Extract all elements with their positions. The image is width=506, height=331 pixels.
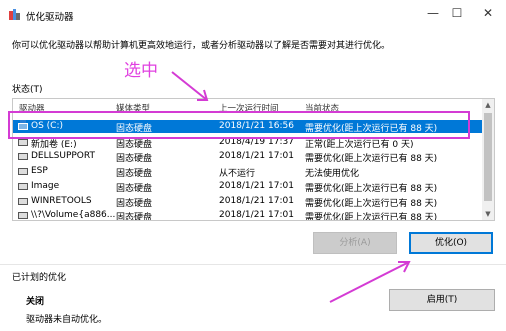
current-status: 无法使用优化 — [305, 169, 360, 179]
scheduled-description: 驱动器未自动优化。 — [26, 315, 108, 325]
drive-table[interactable]: 驱动器 媒体类型 上一次运行时间 当前状态 OS (C:) 固态硬盘 2018/… — [12, 98, 495, 221]
current-status: 需要优化(距上次运行已有 88 天) — [305, 154, 438, 164]
table-row[interactable]: DELLSUPPORT 固态硬盘 2018/1/21 17:01 需要优化(距上… — [13, 150, 483, 164]
media-type: 固态硬盘 — [116, 140, 153, 150]
vertical-scrollbar[interactable]: ▲ ▼ — [482, 99, 494, 220]
current-status: 需要优化(距上次运行已有 88 天) — [305, 199, 438, 209]
annotation-text: 选中 — [124, 61, 158, 81]
current-status: 需要优化(距上次运行已有 88 天) — [305, 124, 438, 134]
enable-button[interactable]: 启用(T) — [389, 289, 495, 311]
last-run: 2018/1/21 17:01 — [219, 210, 294, 220]
section-divider — [0, 264, 506, 265]
last-run: 2018/1/21 17:01 — [219, 151, 294, 161]
media-type: 固态硬盘 — [116, 154, 153, 164]
drive-name: OS (C:) — [31, 121, 63, 131]
drive-icon — [18, 153, 28, 160]
table-row[interactable]: \\?\Volume{a886... 固态硬盘 2018/1/21 17:01 … — [13, 209, 483, 221]
drive-icon — [18, 198, 28, 205]
current-status: 需要优化(距上次运行已有 88 天) — [305, 213, 438, 221]
last-run: 2018/1/21 17:01 — [219, 181, 294, 191]
analyze-button[interactable]: 分析(A) — [313, 232, 397, 254]
scroll-down-arrow-icon[interactable]: ▼ — [482, 208, 494, 220]
maximize-button[interactable]: ☐ — [444, 3, 470, 23]
drive-name: Image — [31, 181, 60, 191]
column-header-last-run[interactable]: 上一次运行时间 — [219, 102, 279, 114]
table-row[interactable]: WINRETOOLS 固态硬盘 2018/1/21 17:01 需要优化(距上次… — [13, 195, 483, 209]
drive-name: \\?\Volume{a886... — [31, 210, 116, 220]
drive-icon — [18, 139, 28, 146]
media-type: 固态硬盘 — [116, 169, 153, 179]
table-row[interactable]: ESP 固态硬盘 从不运行 无法使用优化 — [13, 165, 483, 179]
drive-icon — [18, 183, 28, 190]
last-run: 2018/4/19 17:37 — [219, 137, 294, 147]
table-row[interactable]: Image 固态硬盘 2018/1/21 17:01 需要优化(距上次运行已有 … — [13, 180, 483, 194]
drive-icon — [18, 168, 28, 175]
drive-icon — [18, 212, 28, 219]
current-status: 需要优化(距上次运行已有 88 天) — [305, 184, 438, 194]
defrag-app-icon — [9, 9, 20, 20]
minimize-button[interactable]: — — [420, 3, 446, 23]
title-bar: 优化驱动器 — ☐ ✕ — [0, 0, 506, 28]
media-type: 固态硬盘 — [116, 184, 153, 194]
scheduled-optimization-label: 已计划的优化 — [12, 273, 67, 283]
optimize-button[interactable]: 优化(O) — [409, 232, 493, 254]
last-run: 从不运行 — [219, 169, 256, 179]
column-header-drive[interactable]: 驱动器 — [19, 102, 45, 114]
drive-name: 新加卷 (E:) — [31, 140, 77, 150]
scheduled-state: 关闭 — [26, 297, 45, 307]
table-row[interactable]: OS (C:) 固态硬盘 2018/1/21 16:56 需要优化(距上次运行已… — [13, 120, 483, 134]
scroll-up-arrow-icon[interactable]: ▲ — [482, 99, 494, 111]
drive-name: DELLSUPPORT — [31, 151, 95, 161]
table-row[interactable]: 新加卷 (E:) 固态硬盘 2018/4/19 17:37 正常(距上次运行已有… — [13, 136, 483, 150]
close-button[interactable]: ✕ — [475, 3, 501, 23]
media-type: 固态硬盘 — [116, 199, 153, 209]
current-status: 正常(距上次运行已有 0 天) — [305, 140, 414, 150]
description-text: 你可以优化驱动器以帮助计算机更高效地运行，或者分析驱动器以了解是否需要对其进行优… — [12, 41, 391, 51]
scroll-thumb[interactable] — [484, 113, 492, 201]
last-run: 2018/1/21 16:56 — [219, 121, 294, 131]
last-run: 2018/1/21 17:01 — [219, 196, 294, 206]
media-type: 固态硬盘 — [116, 213, 153, 221]
column-header-media-type[interactable]: 媒体类型 — [116, 102, 150, 114]
drive-name: WINRETOOLS — [31, 196, 92, 206]
status-label: 状态(T) — [12, 85, 43, 95]
drive-name: ESP — [31, 166, 48, 176]
media-type: 固态硬盘 — [116, 124, 153, 134]
table-header: 驱动器 媒体类型 上一次运行时间 当前状态 — [13, 99, 483, 115]
drive-icon — [18, 120, 28, 130]
window-title: 优化驱动器 — [26, 12, 74, 23]
column-header-status[interactable]: 当前状态 — [305, 102, 339, 114]
